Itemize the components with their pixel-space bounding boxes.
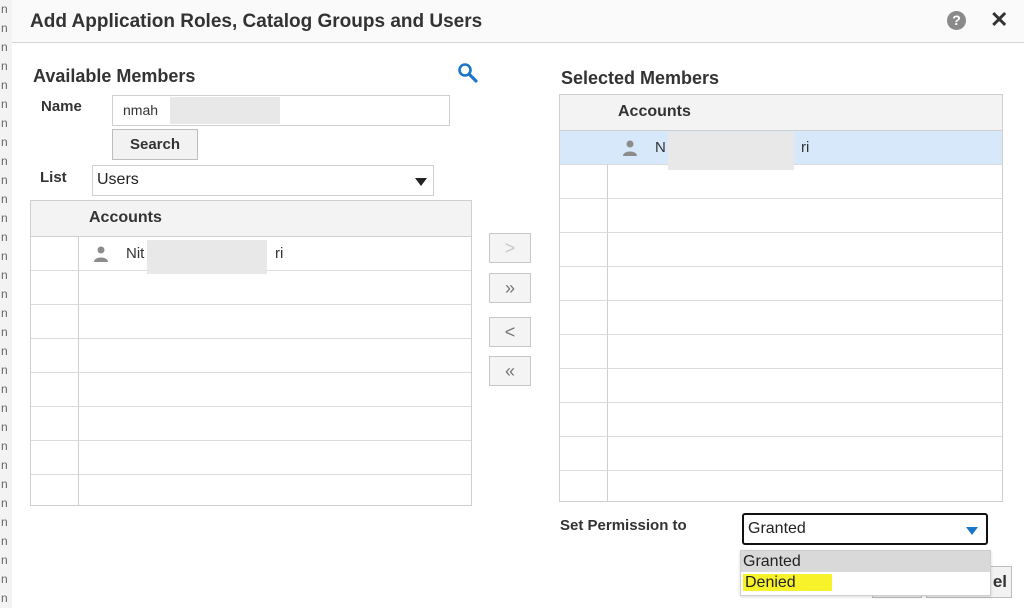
chevron-down-icon	[415, 178, 427, 186]
edge-char: n	[1, 382, 8, 396]
account-name-prefix: Nit	[126, 245, 145, 262]
edge-char: n	[1, 515, 8, 529]
edge-char: n	[1, 59, 8, 73]
search-button[interactable]: Search	[112, 129, 198, 160]
close-icon[interactable]: ✕	[990, 7, 1008, 33]
table-row	[560, 369, 1002, 403]
edge-char: n	[1, 78, 8, 92]
redacted-text	[147, 240, 267, 274]
edge-char: n	[1, 534, 8, 548]
edge-char: n	[1, 344, 8, 358]
table-row	[560, 233, 1002, 267]
edge-char: n	[1, 173, 8, 187]
table-row	[31, 339, 471, 373]
option-label: Granted	[743, 553, 801, 570]
edge-char: n	[1, 496, 8, 510]
edge-char: n	[1, 325, 8, 339]
list-label: List	[40, 169, 67, 186]
edge-char: n	[1, 230, 8, 244]
edge-char: n	[1, 363, 8, 377]
table-row	[560, 471, 1002, 505]
search-icon[interactable]	[457, 62, 479, 84]
edge-char: n	[1, 572, 8, 586]
user-icon	[94, 246, 108, 262]
edge-char: n	[1, 477, 8, 491]
edge-char: n	[1, 420, 8, 434]
edge-char: n	[1, 591, 8, 605]
remove-button[interactable]: <	[489, 317, 531, 347]
edge-char: n	[1, 135, 8, 149]
edge-char: n	[1, 21, 8, 35]
dialog-title: Add Application Roles, Catalog Groups an…	[30, 11, 483, 32]
account-name-suffix: ri	[801, 139, 810, 156]
edge-char: n	[1, 268, 8, 282]
table-row	[560, 403, 1002, 437]
move-all-button[interactable]: »	[489, 273, 531, 303]
table-row	[31, 441, 471, 475]
edge-char: n	[1, 40, 8, 54]
add-members-dialog: Add Application Roles, Catalog Groups an…	[12, 0, 1024, 608]
permission-option-granted[interactable]: Granted	[741, 551, 990, 572]
table-row	[31, 373, 471, 407]
accounts-column-header: Accounts	[618, 103, 691, 120]
set-permission-label: Set Permission to	[560, 517, 687, 534]
chevron-down-icon	[966, 527, 978, 535]
edge-char: n	[1, 154, 8, 168]
redacted-text	[170, 97, 280, 124]
table-row	[560, 437, 1002, 471]
name-label: Name	[41, 98, 82, 115]
account-name-suffix: ri	[275, 245, 284, 262]
cancel-label-partial: el	[992, 572, 1007, 591]
table-row	[560, 199, 1002, 233]
move-button[interactable]: >	[489, 233, 531, 263]
user-icon	[623, 140, 637, 156]
permission-select[interactable]: Granted	[742, 513, 988, 545]
name-search-input[interactable]: nmah	[112, 95, 450, 126]
table-row	[560, 165, 1002, 199]
edge-char: n	[1, 2, 8, 16]
edge-char: n	[1, 249, 8, 263]
edge-char: n	[1, 211, 8, 225]
edge-char: n	[1, 97, 8, 111]
redacted-text	[668, 132, 794, 170]
permission-option-denied[interactable]: Denied	[741, 572, 990, 593]
accounts-column-header: Accounts	[89, 209, 162, 226]
help-icon[interactable]: ?	[947, 11, 966, 30]
name-input-value: nmah	[123, 102, 159, 118]
edge-char: n	[1, 439, 8, 453]
table-row	[31, 271, 471, 305]
edge-char: n	[1, 306, 8, 320]
edge-char: n	[1, 287, 8, 301]
list-select-value: Users	[97, 171, 139, 188]
table-row	[31, 475, 471, 509]
table-row	[560, 301, 1002, 335]
selected-members-title: Selected Members	[561, 68, 720, 88]
account-name-prefix: N	[655, 139, 666, 156]
edge-char: n	[1, 401, 8, 415]
list-type-select[interactable]: Users	[92, 165, 434, 196]
permission-dropdown-list: Granted Denied	[740, 550, 991, 596]
edge-char: n	[1, 458, 8, 472]
table-row	[560, 267, 1002, 301]
edge-char: n	[1, 192, 8, 206]
permission-select-value: Granted	[748, 520, 806, 537]
dialog-titlebar: Add Application Roles, Catalog Groups an…	[12, 0, 1024, 43]
available-members-title: Available Members	[33, 66, 196, 86]
table-header: Accounts	[31, 201, 471, 237]
table-row	[31, 305, 471, 339]
edge-char: n	[1, 116, 8, 130]
table-header: Accounts	[560, 95, 1002, 131]
option-label: Denied	[743, 574, 832, 591]
remove-all-button[interactable]: «	[489, 356, 531, 386]
table-row	[560, 335, 1002, 369]
edge-char: n	[1, 553, 8, 567]
table-row	[31, 407, 471, 441]
